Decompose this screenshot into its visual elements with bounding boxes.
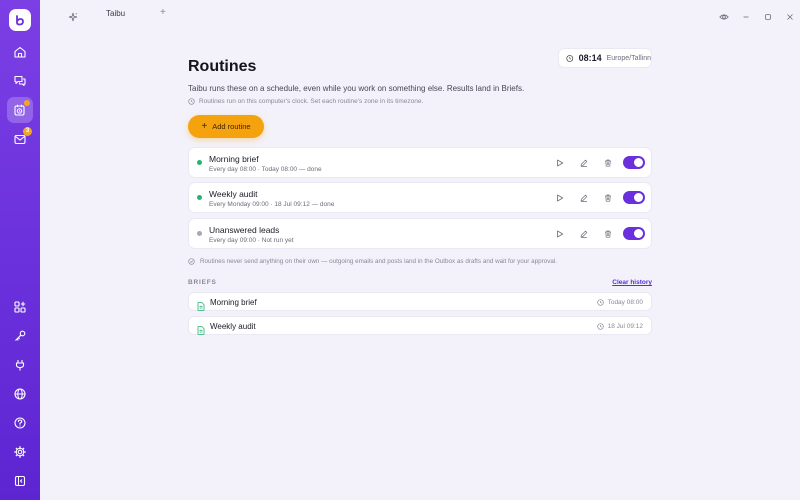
status-dot-pending — [197, 231, 202, 236]
plus-icon: + — [201, 121, 208, 132]
help-icon — [14, 417, 26, 429]
status-dot-done — [197, 195, 202, 200]
brief-name: Morning brief — [210, 298, 257, 307]
sidebar-item-plugins[interactable] — [7, 352, 33, 378]
routine-enabled-toggle[interactable] — [623, 227, 645, 240]
brief-item-morning-brief[interactable]: Morning brief Today 08:00 — [188, 292, 652, 311]
routines-badge-dot — [24, 100, 30, 106]
toggle-knob — [634, 229, 643, 238]
brief-time: Today 08:00 — [596, 299, 643, 306]
routine-name: Unanswered leads — [209, 225, 280, 235]
clock-small-icon — [596, 299, 604, 306]
edit-icon[interactable] — [579, 229, 589, 239]
clock-timezone: Europe/Tallinn — [606, 54, 651, 62]
clear-history-link[interactable]: Clear history — [612, 279, 652, 286]
toggle-knob — [634, 158, 643, 167]
eye-icon[interactable] — [719, 9, 729, 27]
routine-schedule: Every day 08:00 · Today 08:00 — done — [209, 166, 322, 173]
play-icon[interactable] — [555, 158, 565, 168]
routine-schedule: Every Monday 09:00 · 18 Jul 09:12 — done — [209, 201, 335, 208]
document-icon — [197, 298, 205, 316]
sidebar-item-routines[interactable] — [7, 97, 33, 123]
add-routine-button[interactable]: + Add routine — [188, 115, 264, 138]
title-bar: Taibu + — [40, 0, 800, 28]
sidebar-item-globe[interactable] — [7, 381, 33, 407]
trash-icon[interactable] — [603, 193, 613, 203]
page-subtitle: Taibu runs these on a schedule, even whi… — [188, 84, 525, 93]
clock-small-icon — [596, 323, 604, 330]
sidebar-collapse-icon — [14, 475, 26, 487]
inbox-badge: 3 — [23, 127, 32, 136]
sidebar: 3 — [0, 0, 40, 500]
briefs-heading: BRIEFS — [188, 279, 217, 286]
play-icon[interactable] — [555, 193, 565, 203]
brief-time-text: Today 08:00 — [607, 299, 643, 306]
clock-small-icon — [188, 98, 195, 105]
edit-icon[interactable] — [579, 193, 589, 203]
outbox-note: Routines never send anything on their ow… — [188, 258, 557, 265]
routine-enabled-toggle[interactable] — [623, 156, 645, 169]
tab-title[interactable]: Taibu — [106, 9, 125, 18]
hint-text: Routines run on this computer's clock. S… — [199, 98, 424, 105]
key-icon — [15, 330, 26, 341]
app-logo[interactable] — [9, 9, 31, 31]
home-icon — [14, 46, 26, 58]
plug-icon — [15, 360, 25, 371]
clock-widget: 08:14 Europe/Tallinn — [558, 48, 652, 68]
routine-row-weekly-audit[interactable]: Weekly audit Every Monday 09:00 · 18 Jul… — [188, 182, 652, 213]
grid-plus-icon — [14, 301, 26, 313]
logo-icon — [16, 15, 24, 26]
maximize-icon[interactable] — [763, 9, 773, 27]
brief-time: 18 Jul 09:12 — [596, 323, 643, 330]
brief-item-weekly-audit[interactable]: Weekly audit 18 Jul 09:12 — [188, 316, 652, 335]
sidebar-item-apps[interactable] — [7, 294, 33, 320]
shield-check-icon — [188, 258, 195, 265]
toggle-knob — [634, 193, 643, 202]
routine-row-morning-brief[interactable]: Morning brief Every day 08:00 · Today 08… — [188, 147, 652, 178]
sidebar-item-chat[interactable] — [7, 68, 33, 94]
brief-name: Weekly audit — [210, 322, 256, 331]
edit-icon[interactable] — [579, 158, 589, 168]
trash-icon[interactable] — [603, 229, 613, 239]
sidebar-item-help[interactable] — [7, 410, 33, 436]
play-icon[interactable] — [555, 229, 565, 239]
add-routine-label: Add routine — [212, 122, 251, 131]
routine-row-unanswered-leads[interactable]: Unanswered leads Every day 09:00 · Not r… — [188, 218, 652, 249]
sparkle-icon[interactable] — [68, 9, 78, 27]
sidebar-item-inbox[interactable]: 3 — [7, 126, 33, 152]
globe-icon — [14, 388, 26, 400]
new-tab-icon[interactable]: + — [160, 7, 166, 18]
sidebar-item-collapse[interactable] — [7, 468, 33, 494]
chat-icon — [14, 75, 26, 87]
routine-name: Morning brief — [209, 154, 259, 164]
brief-time-text: 18 Jul 09:12 — [607, 323, 643, 330]
routine-enabled-toggle[interactable] — [623, 191, 645, 204]
page-title: Routines — [188, 58, 257, 75]
sidebar-item-home[interactable] — [7, 39, 33, 65]
trash-icon[interactable] — [603, 158, 613, 168]
clock-icon — [566, 54, 574, 62]
routine-name: Weekly audit — [209, 189, 258, 199]
timezone-hint: Routines run on this computer's clock. S… — [188, 98, 423, 105]
note-text: Routines never send anything on their ow… — [200, 258, 558, 265]
sidebar-item-keys[interactable] — [7, 323, 33, 349]
gear-icon — [14, 446, 26, 458]
clock-time: 08:14 — [578, 53, 602, 63]
routine-schedule: Every day 09:00 · Not run yet — [209, 237, 294, 244]
minimize-icon[interactable] — [741, 9, 751, 27]
close-icon[interactable] — [785, 9, 795, 27]
document-icon — [197, 322, 205, 340]
status-dot-done — [197, 160, 202, 165]
sidebar-item-settings[interactable] — [7, 439, 33, 465]
